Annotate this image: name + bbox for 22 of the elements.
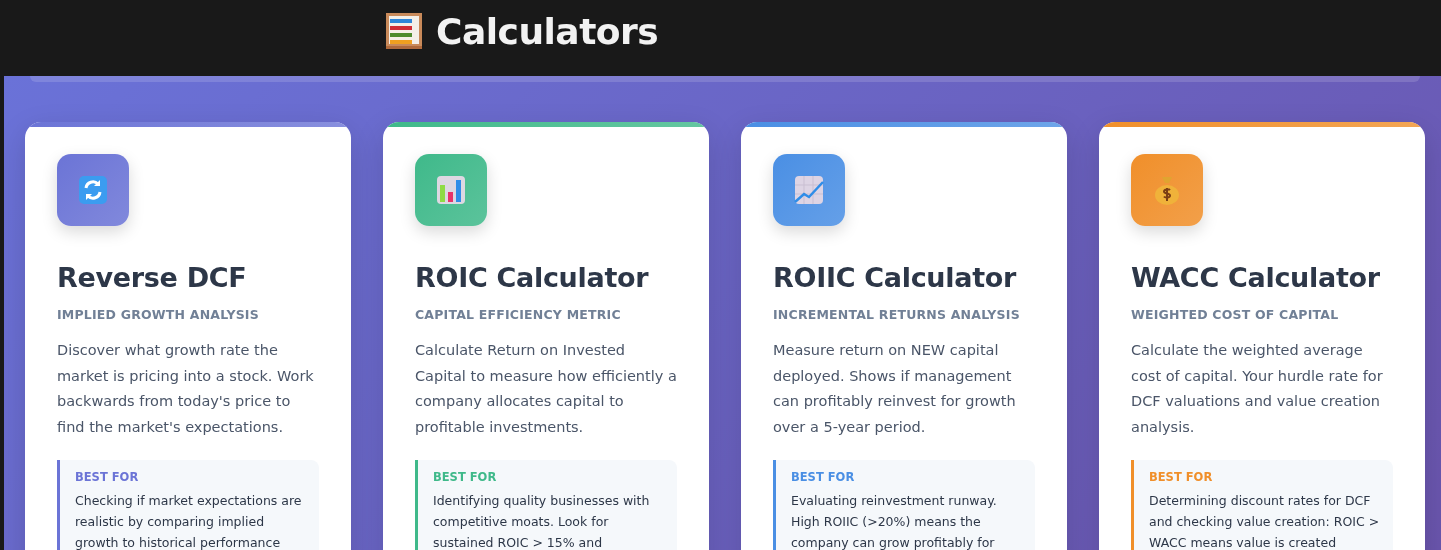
best-for-label: BEST FOR	[791, 470, 856, 484]
card-description: Calculate the weighted average cost of capital. Your hurdle rate for DCF valuations and value creation analysis.	[1131, 341, 1384, 437]
best-for-text: Determining discount rates for DCF and checking value creation: ROIC > WACC means value is created	[1149, 492, 1381, 550]
page-title: Calculators	[436, 10, 659, 52]
card-subtitle: CAPITAL EFFICIENCY METRIC	[415, 307, 622, 322]
card-description: Measure return on NEW capital deployed. Shows if management can profitably reinvest for growth over a 5-year period.	[773, 341, 1017, 437]
best-for-label: BEST FOR	[1149, 470, 1214, 484]
card-description: Discover what growth rate the market is pricing into a stock. Work backwards from today's price to find the market's expectations.	[57, 341, 315, 437]
abacus-icon	[384, 11, 424, 51]
best-for-text: Checking if market expectations are realistic by comparing implied growth to historical performance	[75, 492, 303, 550]
best-for-label: BEST FOR	[75, 470, 140, 484]
card-title: WACC Calculator	[1131, 262, 1381, 293]
card-subtitle: WEIGHTED COST OF CAPITAL	[1131, 307, 1340, 322]
best-for-text: Identifying quality businesses with competitive moats. Look for sustained ROIC > 15% and	[433, 492, 651, 550]
best-for-text: Evaluating reinvestment runway. High ROIIC (>20%) means the company can grow profitably for	[791, 492, 998, 550]
best-for-label: BEST FOR	[433, 470, 498, 484]
card-description: Calculate Return on Invested Capital to measure how efficiently a company allocates capital to profitable investments.	[415, 341, 677, 437]
card-title: ROIIC Calculator	[773, 262, 1018, 293]
card-subtitle: INCREMENTAL RETURNS ANALYSIS	[773, 307, 1021, 322]
card-subtitle: IMPLIED GROWTH ANALYSIS	[57, 307, 260, 322]
card-title: ROIC Calculator	[415, 262, 650, 293]
card-title: Reverse DCF	[57, 262, 248, 293]
